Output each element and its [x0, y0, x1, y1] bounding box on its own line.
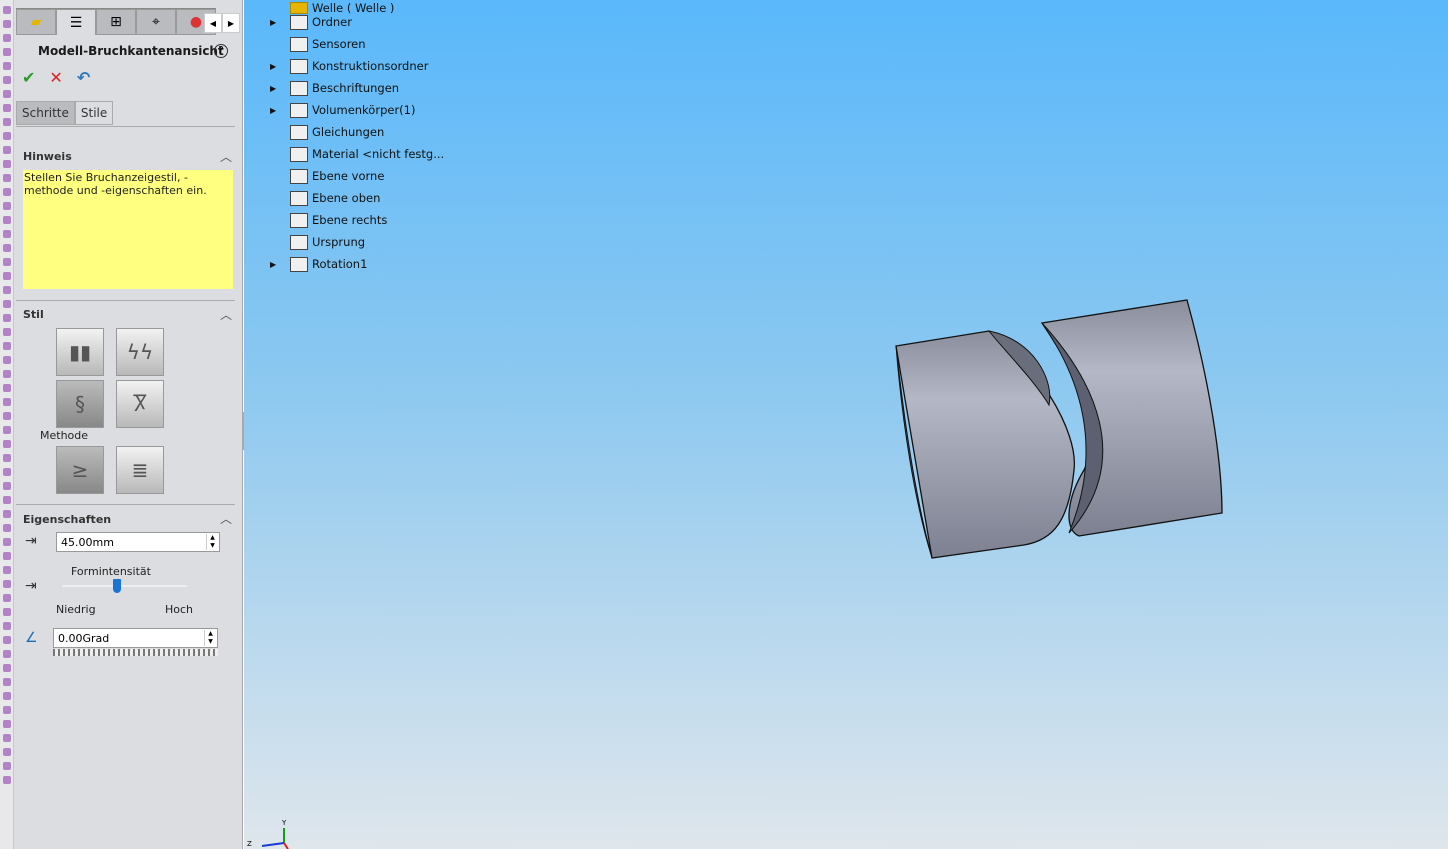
- page-title: Modell-Bruchkantenansicht: [38, 44, 224, 58]
- collapse-props-icon[interactable]: ︿: [220, 510, 232, 527]
- tab-stile[interactable]: Stile: [74, 101, 114, 125]
- gap-spinner[interactable]: ▲ ▼: [206, 534, 218, 550]
- style-zigzag-button[interactable]: ϟϟ: [116, 328, 164, 376]
- method-single-button[interactable]: ≥: [56, 446, 104, 494]
- divider: [16, 300, 235, 301]
- gap-value: 45.00mm: [61, 536, 114, 549]
- property-manager: ▰ ☰ ⊞ ⌖ ● ◀ ▶ Modell-Bruchkantenansicht ?…: [14, 0, 243, 849]
- axis-triad: Y Z: [247, 819, 289, 849]
- tab-schritte[interactable]: Schritte: [16, 101, 75, 125]
- angle-value: 0.00Grad: [58, 632, 110, 645]
- intensity-icon: ⇥: [25, 578, 37, 594]
- divider: [16, 126, 235, 127]
- style-straight-button[interactable]: ▮▮: [56, 328, 104, 376]
- tab-scroll-right[interactable]: ▶: [222, 13, 240, 33]
- axis-y-label: Y: [281, 819, 287, 827]
- intensity-high-label: Hoch: [165, 603, 194, 616]
- angle-icon: ∠: [25, 630, 38, 646]
- tree-icon: ⊞: [110, 14, 122, 30]
- command-strip: [0, 0, 14, 849]
- model-left-half[interactable]: [895, 330, 1075, 559]
- tab-scroll-left[interactable]: ◀: [204, 13, 222, 33]
- gap-input[interactable]: 45.00mm ▲ ▼: [56, 532, 220, 552]
- hint-text: Stellen Sie Bruchanzeigestil, -methode u…: [23, 170, 233, 289]
- intensity-label: Formintensität: [71, 565, 151, 578]
- collapse-hint-icon[interactable]: ︿: [220, 148, 232, 165]
- crosshair-icon: ⌖: [152, 14, 160, 30]
- style-curve-button[interactable]: §: [56, 380, 104, 428]
- hint-header: Hinweis: [23, 150, 72, 163]
- angle-thumbwheel[interactable]: [53, 649, 218, 656]
- divider: [16, 504, 235, 505]
- method-label: Methode: [40, 429, 89, 442]
- tab-property-manager[interactable]: ☰: [56, 9, 96, 35]
- style-header: Stil: [23, 308, 44, 321]
- angle-input[interactable]: 0.00Grad ▲ ▼: [53, 628, 218, 648]
- style-small-zigzag-button[interactable]: Ⴟ: [116, 380, 164, 428]
- angle-spinner[interactable]: ▲ ▼: [204, 630, 216, 646]
- intensity-slider-thumb[interactable]: [113, 579, 121, 593]
- ok-button[interactable]: ✔: [22, 68, 35, 87]
- cancel-button[interactable]: ✕: [49, 68, 62, 87]
- undo-button[interactable]: ↶: [77, 68, 90, 87]
- axis-z-label: Z: [247, 840, 252, 848]
- method-multi-button[interactable]: ≣: [116, 446, 164, 494]
- tab-feature-manager[interactable]: ▰: [16, 9, 56, 35]
- collapse-style-icon[interactable]: ︿: [220, 306, 232, 323]
- props-header: Eigenschaften: [23, 513, 112, 526]
- help-icon[interactable]: ?: [214, 44, 228, 58]
- color-wheel-icon: ●: [189, 14, 203, 30]
- gap-icon: ⇥: [25, 533, 37, 549]
- model-view: Y Z: [247, 299, 1223, 849]
- tab-dimxpert[interactable]: ⌖: [136, 9, 176, 35]
- intensity-low-label: Niedrig: [56, 603, 96, 616]
- tab-configuration-manager[interactable]: ⊞: [96, 9, 136, 35]
- part-icon: ▰: [30, 14, 42, 30]
- list-icon: ☰: [69, 14, 83, 31]
- intensity-slider-track[interactable]: [62, 585, 187, 587]
- graphics-area[interactable]: Welle ( Welle ) ▶ Ordner Sensoren ▶ Konstruk…: [244, 0, 1448, 849]
